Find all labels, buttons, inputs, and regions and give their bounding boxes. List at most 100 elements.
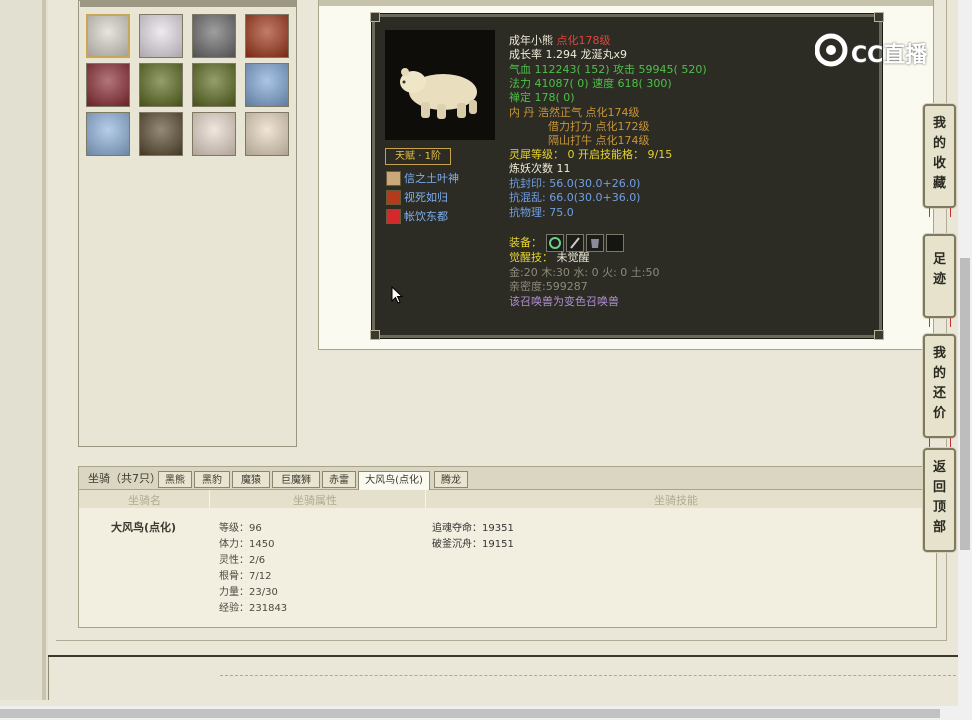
pet-name: 成年小熊 xyxy=(509,34,553,47)
mount-title: 坐骑（共7只） xyxy=(88,472,161,485)
armor-icon xyxy=(591,239,599,248)
mount-header-name: 坐骑名 xyxy=(128,494,161,507)
side-button-connector xyxy=(929,208,951,217)
equip-label: 装备： xyxy=(509,236,542,249)
pet-resist-physical: 抗物理: 75.0 xyxy=(509,206,574,219)
pet-skill-name: 视死如归 xyxy=(404,191,448,204)
pet-thumbnail[interactable] xyxy=(192,63,236,107)
pet-thumbnail[interactable] xyxy=(86,63,130,107)
pet-thumbnail[interactable] xyxy=(245,63,289,107)
mount-skill: 破釜沉舟：19151 xyxy=(432,539,514,550)
mount-stat: 灵性：2/6 xyxy=(219,555,266,566)
pet-thumbnail[interactable] xyxy=(192,112,236,156)
mount-tab[interactable]: 黑豹 xyxy=(194,471,230,488)
pet-inner-core-1: 内 丹 浩然正气 点化174级 xyxy=(509,106,640,119)
mount-skill: 追魂夺命：19351 xyxy=(432,523,514,534)
skull-fire-icon xyxy=(386,190,401,205)
side-button[interactable]: 返回顶部 xyxy=(923,448,956,552)
vertical-scrollbar-thumb[interactable] xyxy=(960,258,970,550)
mount-tab[interactable]: 腾龙 xyxy=(434,471,468,488)
awaken-value: 未觉醒 xyxy=(556,251,590,264)
pet-portrait xyxy=(385,30,495,140)
tooltip-corner xyxy=(370,12,380,22)
mount-stat: 等级：96 xyxy=(219,523,262,534)
pet-enhance-level: 点化178级 xyxy=(556,34,611,47)
pet-inner-core-3: 隔山打牛 点化174级 xyxy=(548,134,650,147)
claw-icon xyxy=(570,237,580,249)
mount-header-attributes: 坐骑属性 xyxy=(293,494,337,507)
equip-slot-ring[interactable] xyxy=(546,234,564,252)
flower-girl-icon xyxy=(193,113,235,155)
tooltip-corner xyxy=(874,12,884,22)
side-button-char: 我 xyxy=(932,346,946,361)
side-button-char: 我 xyxy=(932,116,946,131)
pet-resist-seal: 抗封印: 56.0(30.0+26.0) xyxy=(509,177,641,190)
side-button-char: 迹 xyxy=(932,272,946,287)
pet-skill-name: 信之土叶神 xyxy=(404,172,459,185)
pet-skill-name: 帐饮东都 xyxy=(404,210,448,223)
pet-focus: 禅定 178( 0) xyxy=(509,91,575,104)
side-button-char: 还 xyxy=(932,386,946,401)
pet-thumbnail[interactable] xyxy=(139,63,183,107)
equip-slot-armor[interactable] xyxy=(586,234,604,252)
polar-bear-icon xyxy=(88,16,128,56)
mount-stat: 体力：1450 xyxy=(219,539,275,550)
tooltip-corner xyxy=(370,330,380,340)
side-button-connector xyxy=(929,318,951,327)
awaken-label: 觉醒技： xyxy=(509,251,553,264)
side-button[interactable]: 我的还价 xyxy=(923,334,956,438)
mount-table-header xyxy=(79,490,936,508)
side-button-char: 的 xyxy=(932,136,946,151)
page-left-border xyxy=(42,0,46,700)
pet-thumbnail[interactable] xyxy=(86,14,130,58)
mount-tab[interactable]: 赤雷 xyxy=(322,471,356,488)
ice-golem-icon xyxy=(87,113,129,155)
pet-thumbnail[interactable] xyxy=(86,112,130,156)
mount-stat: 经验：231843 xyxy=(219,603,288,614)
side-button-char: 返 xyxy=(932,460,946,475)
column-divider xyxy=(209,490,210,508)
pet-resist-chaos: 抗混乱: 66.0(30.0+36.0) xyxy=(509,191,641,204)
pet-list-header-strip xyxy=(80,0,296,7)
pet-thumbnail[interactable] xyxy=(245,14,289,58)
side-button-connector xyxy=(929,438,951,447)
pet-spirit-level: 灵犀等级： 0 开启技能格： 9/15 xyxy=(509,148,673,161)
pet-thumbnail[interactable] xyxy=(139,14,183,58)
pet-mp-speed: 法力 41087( 0) 速度 618( 300) xyxy=(509,77,672,90)
horizontal-scrollbar-thumb[interactable] xyxy=(0,709,940,718)
logo-text: CC直播 xyxy=(851,43,928,68)
stone-beast-icon xyxy=(193,15,235,57)
awaken-line: 觉醒技： 未觉醒 xyxy=(509,251,590,264)
side-button-char: 藏 xyxy=(932,176,946,191)
side-button-char: 价 xyxy=(932,406,946,421)
mount-tab[interactable]: 大风鸟(点化) xyxy=(358,471,430,490)
pet-thumbnail[interactable] xyxy=(139,112,183,156)
pet-name-line: 成年小熊 点化178级 xyxy=(509,34,611,47)
fire-spirit-icon xyxy=(246,15,288,57)
mount-tab[interactable]: 黑熊 xyxy=(158,471,192,488)
cc-live-logo: CC直播 xyxy=(814,32,941,68)
pet-inner-core-2: 借力打力 点化172级 xyxy=(548,120,650,133)
mount-tab[interactable]: 巨魔狮 xyxy=(272,471,320,488)
side-button[interactable]: 足迹 xyxy=(923,234,956,318)
mount-stat: 根骨：7/12 xyxy=(219,571,272,582)
black-hair-girl-icon xyxy=(246,113,288,155)
tooltip-corner xyxy=(874,330,884,340)
side-button-char: 的 xyxy=(932,366,946,381)
green-ogre-icon xyxy=(140,64,182,106)
equip-slot-weapon[interactable] xyxy=(566,234,584,252)
pet-thumbnail[interactable] xyxy=(245,112,289,156)
side-button[interactable]: 我的收藏 xyxy=(923,104,956,208)
pet-note: 该召唤兽为变色召唤兽 xyxy=(509,295,619,308)
side-button-char: 回 xyxy=(932,480,946,495)
pet-thumbnail[interactable] xyxy=(192,14,236,58)
pet-hp-attack: 气血 112243( 152) 攻击 59945( 520) xyxy=(509,63,707,76)
dotted-divider xyxy=(220,675,956,676)
pet-intimacy: 亲密度:599287 xyxy=(509,280,588,293)
mount-name: 大风鸟(点化) xyxy=(111,521,177,534)
mouse-cursor-icon xyxy=(391,286,403,304)
mount-tab[interactable]: 魔猿 xyxy=(232,471,270,488)
pet-growth-rate: 成长率 1.294 龙涎丸x9 xyxy=(509,48,627,61)
earth-god-icon xyxy=(386,171,401,186)
equip-slot-empty[interactable] xyxy=(606,234,624,252)
